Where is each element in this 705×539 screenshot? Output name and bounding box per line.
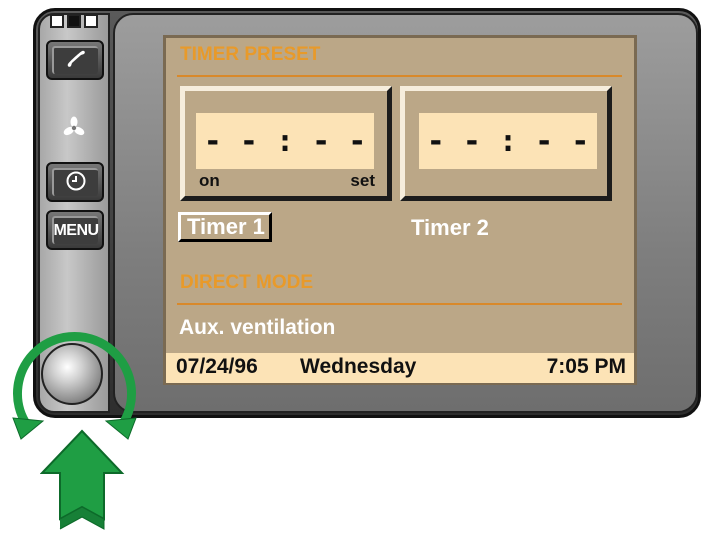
- timer-preset-title: TIMER PRESET: [180, 44, 321, 65]
- status-weekday: Wednesday: [300, 355, 417, 378]
- status-date: 07/24/96: [176, 355, 258, 378]
- indicator-1: [50, 14, 64, 28]
- timer1-box[interactable]: - - : - - on set: [180, 86, 392, 201]
- aux-ventilation-item[interactable]: Aux. ventilation: [179, 316, 335, 340]
- rotate-arrow-icon: [12, 331, 137, 440]
- status-time: 7:05 PM: [546, 355, 626, 378]
- timer2-display: - - : - -: [419, 113, 597, 169]
- timer-button[interactable]: [46, 162, 104, 202]
- push-arrow-icon: [40, 429, 125, 530]
- timer1-on-label: on: [199, 171, 220, 190]
- menu-button[interactable]: MENU: [46, 210, 104, 250]
- phone-icon: [65, 49, 87, 74]
- phone-button[interactable]: [46, 40, 104, 80]
- timer2-box[interactable]: - - : - -: [400, 86, 612, 201]
- menu-label: MENU: [53, 222, 99, 239]
- section-divider-2: [177, 303, 622, 305]
- direct-mode-title: DIRECT MODE: [180, 272, 313, 293]
- timer2-tab[interactable]: Timer 2: [411, 215, 489, 241]
- indicator-2: [67, 14, 81, 28]
- section-divider: [177, 75, 622, 77]
- fan-icon: [62, 116, 86, 145]
- indicator-3: [84, 14, 98, 28]
- status-bar: 07/24/96 Wednesday 7:05 PM: [166, 353, 634, 383]
- timer1-set-label: set: [350, 171, 375, 190]
- clock-icon: [65, 170, 87, 197]
- timer1-display: - - : - -: [196, 113, 374, 169]
- timer1-tab[interactable]: Timer 1: [178, 212, 272, 242]
